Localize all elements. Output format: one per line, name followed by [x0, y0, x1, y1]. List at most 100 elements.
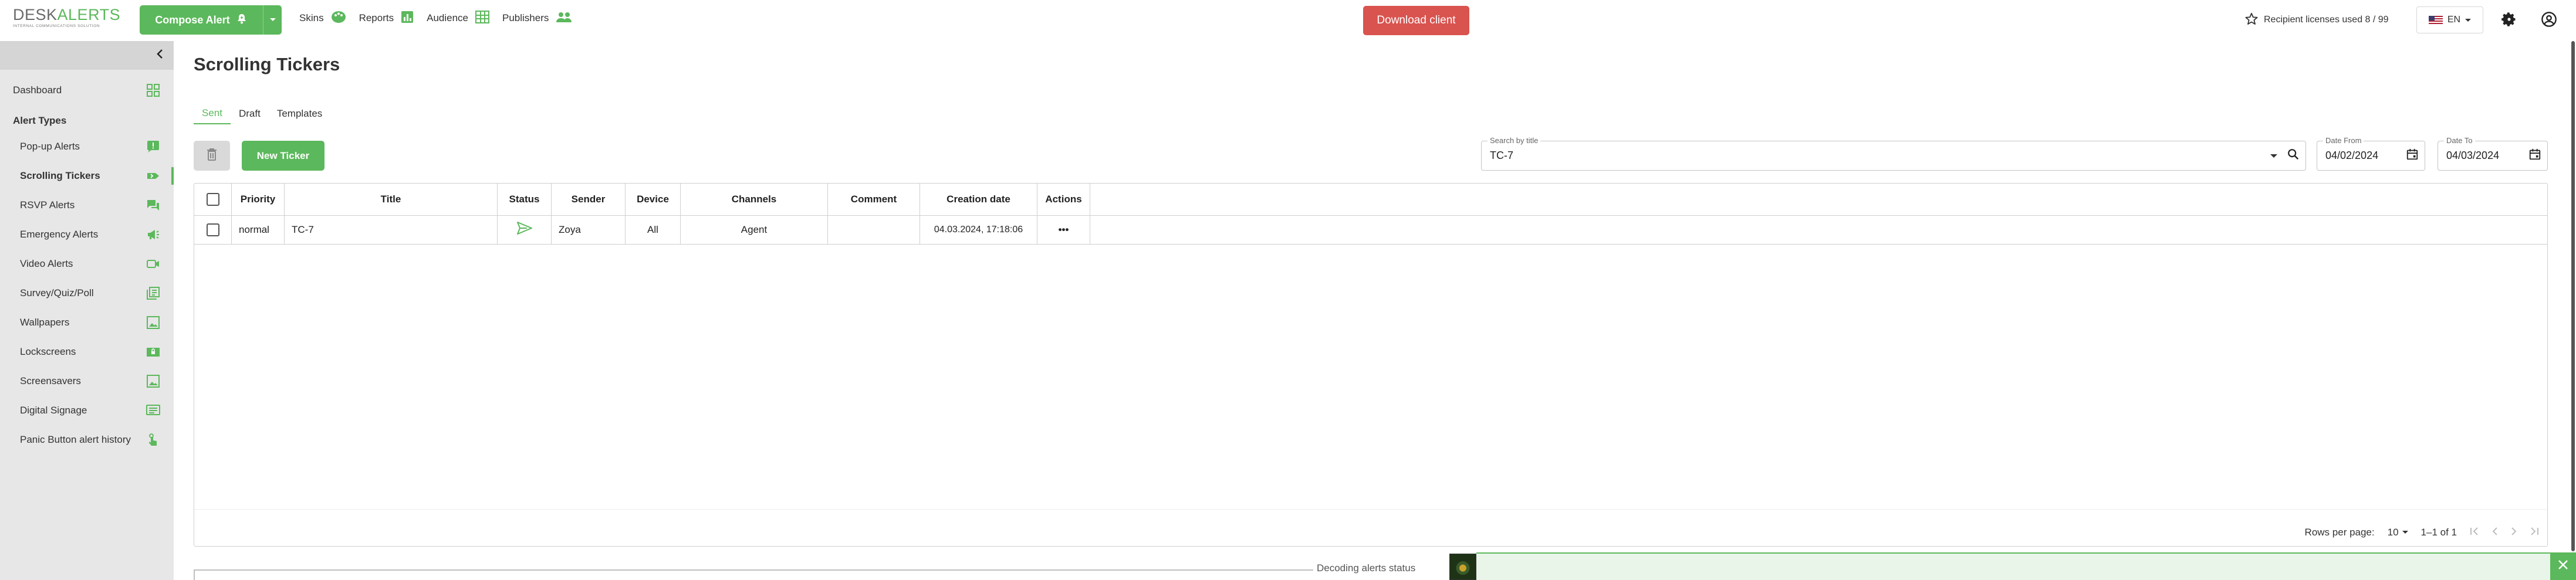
- pagination: Rows per page: 10 1–1 of 1: [2305, 527, 2539, 538]
- date-to-label: Date To: [2444, 136, 2475, 145]
- hand-icon: [146, 432, 161, 447]
- search-by-title-field[interactable]: Search by title TC-7: [1481, 136, 2306, 171]
- sidebar-item-label: Pop-up Alerts: [20, 141, 80, 152]
- sidebar-item-label: Emergency Alerts: [20, 229, 99, 240]
- lockscreen-icon: [146, 344, 161, 359]
- search-input[interactable]: TC-7: [1490, 150, 1513, 162]
- rows-per-page-select[interactable]: 10: [2388, 527, 2408, 538]
- cell-creation-date: 04.03.2024, 17:18:06: [920, 215, 1037, 244]
- nav-skins[interactable]: Skins: [299, 11, 346, 26]
- alert-thumbnail-image[interactable]: [1449, 554, 1476, 580]
- sidebar-item-screensavers[interactable]: Screensavers: [0, 369, 174, 394]
- notification-strip: [1476, 552, 2561, 580]
- column-header-priority[interactable]: Priority: [232, 184, 285, 215]
- top-nav: Skins Reports Audience Publishers: [299, 0, 572, 36]
- tab-templates[interactable]: Templates: [269, 103, 330, 124]
- new-ticker-button[interactable]: New Ticker: [242, 141, 324, 171]
- column-header-device[interactable]: Device: [626, 184, 681, 215]
- palette-icon: [331, 11, 346, 26]
- date-from-field[interactable]: Date From 04/02/2024: [2317, 136, 2425, 171]
- page-scrollbar[interactable]: [2570, 41, 2576, 551]
- row-checkbox[interactable]: [206, 223, 219, 236]
- sidebar-item-panic-button-history[interactable]: Panic Button alert history: [0, 428, 174, 452]
- compose-dropdown-toggle[interactable]: [263, 5, 282, 35]
- recipient-licenses-label: Recipient licenses used 8 / 99: [2264, 15, 2389, 25]
- sent-status-icon: [516, 222, 532, 238]
- bell-plus-icon: [236, 13, 248, 28]
- sidebar-item-dashboard[interactable]: Dashboard: [0, 78, 174, 103]
- divider: [194, 244, 2547, 245]
- sidebar-item-label: Panic Button alert history: [20, 434, 131, 445]
- survey-icon: [146, 286, 161, 301]
- sidebar-item-scrolling-tickers[interactable]: Scrolling Tickers: [0, 164, 174, 188]
- column-header-status[interactable]: Status: [498, 184, 552, 215]
- nav-skins-label: Skins: [299, 12, 324, 23]
- nav-reports[interactable]: Reports: [359, 11, 414, 26]
- delete-button[interactable]: [194, 141, 230, 171]
- column-header-creation-date[interactable]: Creation date: [920, 184, 1037, 215]
- settings-gear-icon[interactable]: [2500, 10, 2518, 29]
- chat-icon: [146, 198, 161, 213]
- first-page-icon[interactable]: [2470, 527, 2479, 538]
- sidebar-item-video-alerts[interactable]: Video Alerts: [0, 252, 174, 276]
- table-icon: [475, 10, 489, 26]
- tab-bar: Sent Draft Templates: [194, 103, 330, 124]
- prev-page-icon[interactable]: [2492, 527, 2498, 538]
- nav-publishers[interactable]: Publishers: [502, 11, 572, 26]
- table-row[interactable]: normal TC-7 Zoya All Agent 04.03.2024, 1…: [194, 215, 1090, 244]
- caret-down-icon[interactable]: [2270, 151, 2277, 161]
- date-to-input[interactable]: 04/03/2024: [2446, 150, 2499, 162]
- sidebar-collapse-bar[interactable]: [0, 41, 174, 70]
- cell-priority: normal: [232, 215, 285, 244]
- caret-down-icon: [2465, 15, 2472, 25]
- scrollbar-thumb[interactable]: [2571, 41, 2575, 551]
- sidebar-item-digital-signage[interactable]: Digital Signage: [0, 398, 174, 423]
- sidebar-item-label: Video Alerts: [20, 258, 73, 269]
- account-circle-icon[interactable]: [2540, 10, 2558, 29]
- sidebar: Dashboard Alert Types Pop-up Alerts Scro…: [0, 41, 174, 580]
- last-page-icon[interactable]: [2530, 527, 2539, 538]
- sidebar-item-label: Lockscreens: [20, 346, 76, 357]
- column-header-comment[interactable]: Comment: [828, 184, 920, 215]
- compose-alert-label: Compose Alert: [155, 13, 230, 26]
- recipient-licenses[interactable]: Recipient licenses used 8 / 99: [2245, 9, 2389, 30]
- date-from-label: Date From: [2323, 136, 2364, 145]
- trash-icon: [207, 148, 217, 164]
- calendar-icon[interactable]: [2406, 148, 2419, 164]
- page-range: 1–1 of 1: [2421, 527, 2457, 538]
- close-notification-button[interactable]: [2550, 552, 2576, 580]
- chevron-left-icon[interactable]: [156, 49, 163, 62]
- logo-text-alerts: ALERTS: [57, 6, 121, 23]
- date-from-input[interactable]: 04/02/2024: [2325, 150, 2378, 162]
- row-select-cell: [194, 215, 232, 244]
- row-actions-menu-icon[interactable]: •••: [1037, 215, 1090, 244]
- nav-publishers-label: Publishers: [502, 12, 549, 23]
- sidebar-item-wallpapers[interactable]: Wallpapers: [0, 310, 174, 335]
- nav-audience[interactable]: Audience: [427, 10, 489, 26]
- download-client-button[interactable]: Download client: [1363, 6, 1469, 35]
- sidebar-item-popup-alerts[interactable]: Pop-up Alerts: [0, 134, 174, 159]
- column-header-sender[interactable]: Sender: [552, 184, 626, 215]
- cell-sender: Zoya: [552, 215, 626, 244]
- sidebar-item-emergency-alerts[interactable]: Emergency Alerts: [0, 222, 174, 247]
- date-to-field[interactable]: Date To 04/03/2024: [2438, 136, 2548, 171]
- column-header-title[interactable]: Title: [285, 184, 498, 215]
- caret-down-icon: [269, 15, 276, 25]
- calendar-icon[interactable]: [2528, 148, 2541, 164]
- language-select[interactable]: EN: [2416, 6, 2483, 33]
- select-all-checkbox[interactable]: [206, 193, 219, 206]
- screensaver-icon: [146, 374, 161, 389]
- deskalerts-logo[interactable]: DESKALERTS INTERNAL COMMUNICATIONS SOLUT…: [13, 6, 130, 32]
- column-header-channels[interactable]: Channels: [681, 184, 828, 215]
- tab-draft[interactable]: Draft: [231, 103, 269, 124]
- compose-alert-button[interactable]: Compose Alert: [140, 5, 263, 35]
- sidebar-item-survey-quiz-poll[interactable]: Survey/Quiz/Poll: [0, 281, 174, 306]
- language-value: EN: [2447, 15, 2461, 25]
- sidebar-item-lockscreens[interactable]: Lockscreens: [0, 340, 174, 364]
- cell-title[interactable]: TC-7: [285, 215, 498, 244]
- next-page-icon[interactable]: [2511, 527, 2517, 538]
- tab-sent[interactable]: Sent: [194, 103, 231, 124]
- sidebar-item-rsvp-alerts[interactable]: RSVP Alerts: [0, 193, 174, 218]
- search-icon[interactable]: [2287, 148, 2300, 164]
- sidebar-item-label: Dashboard: [13, 84, 62, 96]
